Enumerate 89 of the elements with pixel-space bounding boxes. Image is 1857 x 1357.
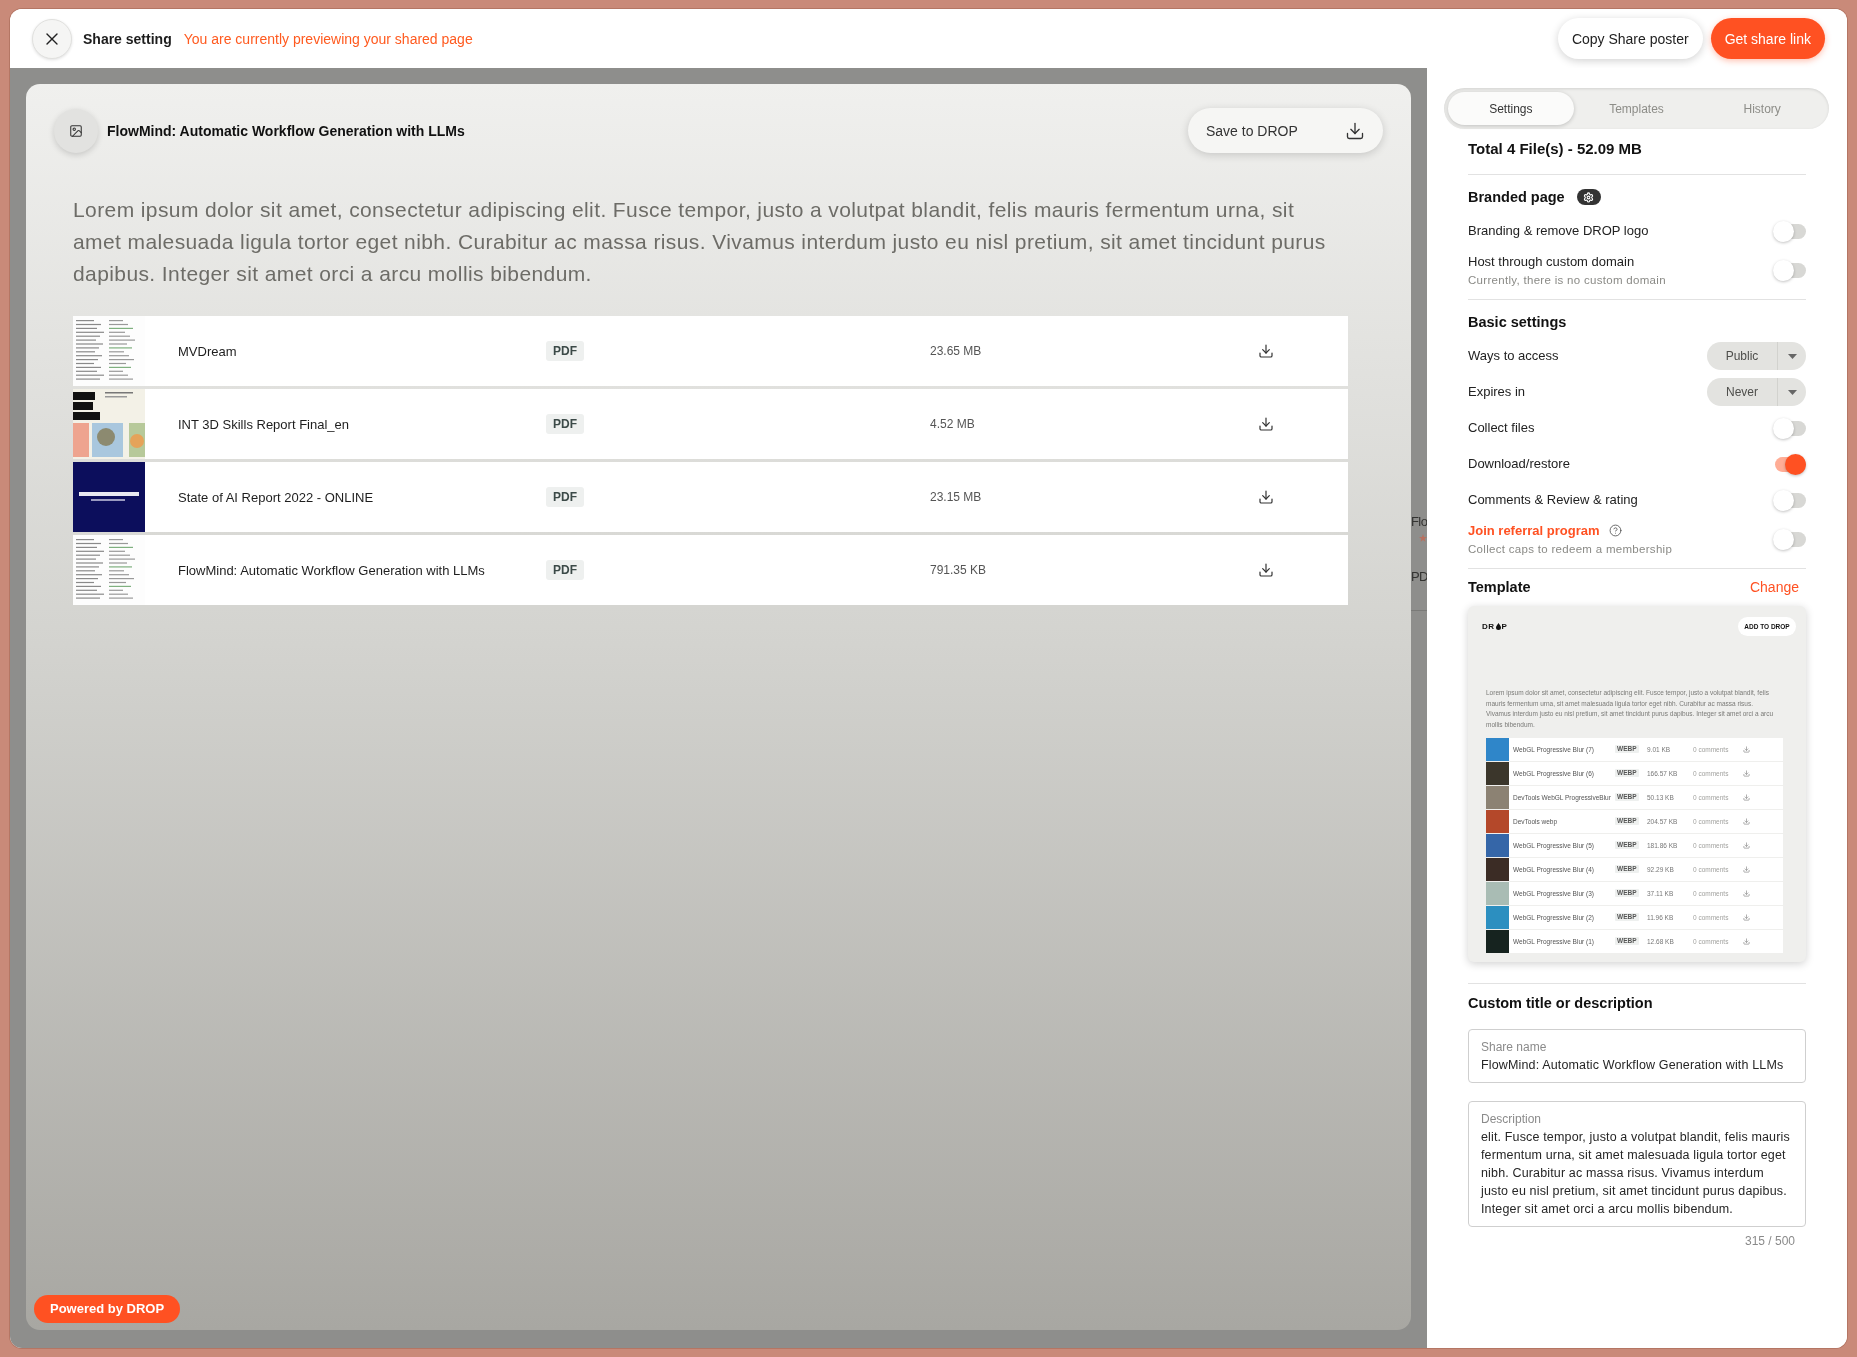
page-title: Share setting — [83, 30, 172, 47]
section-title: Branded page — [1468, 189, 1565, 205]
download-icon — [1345, 120, 1365, 141]
toggle-switch[interactable] — [1773, 489, 1806, 511]
setting-label: Collect files — [1468, 419, 1535, 437]
file-type-badge: PDF — [546, 341, 584, 361]
drop-icon — [1495, 623, 1501, 630]
download-icon — [1258, 343, 1274, 359]
share-title: FlowMind: Automatic Workflow Generation with LLMs — [107, 122, 465, 139]
photo-placeholder — [1486, 930, 1509, 953]
file-type-badge: PDF — [546, 560, 584, 580]
cover-preview-drawing — [73, 389, 145, 459]
setting-note: Collect caps to redeem a membership — [1468, 541, 1673, 557]
setting-label: Ways to access — [1468, 347, 1559, 365]
file-name: MVDream — [177, 343, 238, 359]
toggle-switch[interactable] — [1773, 453, 1806, 475]
download-icon — [1743, 793, 1750, 801]
photo-placeholder — [1486, 738, 1509, 761]
file-type-badge: PDF — [546, 414, 584, 434]
toggle-switch[interactable] — [1773, 220, 1806, 242]
section-title: Template — [1468, 579, 1531, 595]
close-button[interactable] — [32, 18, 72, 59]
setting-note: Currently, there is no custom domain — [1468, 272, 1666, 288]
download-icon — [1743, 769, 1750, 777]
download-icon — [1743, 745, 1750, 753]
section-title: Basic settings — [1468, 314, 1567, 330]
cover-preview-drawing — [73, 462, 145, 532]
setting-label: Host through custom domain — [1468, 252, 1636, 271]
photo-placeholder — [1486, 810, 1509, 833]
poster-button[interactable]: Copy Share poster — [1557, 18, 1703, 59]
caret-icon — [1787, 353, 1797, 359]
file-size: 791.35 KB — [930, 563, 988, 577]
file-type-badge: PDF — [546, 487, 584, 507]
description-field[interactable]: Description elit. Fusce tempor, justo a volutpat blandit, felis mauris fermentum urna, sit amet malesuada ligula tortor eget nibh. Curabitur ac massa risus. Vivamus interdum justo eu nisl pretium, sit amet tincidunt purus dapibus. Integer sit amet orci a arcu mollis bibendum. — [1468, 1101, 1806, 1227]
download-icon — [1743, 817, 1750, 825]
download-icon — [1743, 865, 1750, 873]
setting-label: Comments & Review & rating — [1468, 491, 1638, 509]
photo-placeholder — [1486, 882, 1509, 905]
download-icon — [1258, 416, 1274, 432]
download-icon — [1743, 841, 1750, 849]
file-name: INT 3D Skills Report Final_en — [177, 416, 350, 432]
download-icon — [1743, 889, 1750, 897]
download-button[interactable] — [1257, 342, 1275, 360]
setting-label: Expires in — [1468, 383, 1526, 401]
photo-placeholder — [1486, 762, 1509, 785]
preview-notice: You are currently previewing your shared page — [183, 30, 473, 47]
photo-placeholder — [1486, 786, 1509, 809]
download-button[interactable] — [1257, 488, 1275, 506]
photo-placeholder — [1486, 906, 1509, 929]
file-row[interactable]: State of AI Report 2022 - ONLINE PDF 23.15 MB — [73, 462, 1348, 532]
background-text: Flo — [1411, 513, 1427, 531]
toggle-switch[interactable] — [1773, 259, 1806, 281]
file-name: FlowMind: Automatic Workflow Generation with LLMs — [177, 562, 486, 578]
file-size: 23.65 MB — [930, 344, 983, 358]
file-size: 4.52 MB — [930, 417, 976, 431]
file-name: State of AI Report 2022 - ONLINE — [177, 489, 375, 505]
download-icon — [1743, 937, 1750, 945]
download-icon — [1258, 562, 1274, 578]
save-button[interactable]: Save to DROP — [1188, 108, 1383, 153]
photo-placeholder — [1486, 858, 1509, 881]
tab[interactable]: Settings — [1448, 92, 1574, 125]
file-size: 23.15 MB — [930, 490, 983, 504]
toggle-switch[interactable] — [1773, 417, 1806, 439]
dropdown-select[interactable]: Public — [1707, 342, 1806, 370]
logo-text: P — [1501, 621, 1508, 632]
gear-icon[interactable] — [1576, 189, 1601, 205]
file-row[interactable]: MVDream PDF 23.65 MB — [73, 316, 1348, 386]
template-preview-card[interactable] — [1468, 606, 1806, 962]
help-icon[interactable] — [1608, 524, 1622, 537]
download-icon — [1743, 913, 1750, 921]
setting-label: Download/restore — [1468, 455, 1570, 473]
setting-label: Branding & remove DROP logo — [1468, 222, 1649, 240]
toggle-switch[interactable] — [1773, 528, 1806, 550]
logo-text: DR — [1482, 621, 1495, 632]
dropdown-select[interactable]: Never — [1707, 378, 1806, 406]
photo-placeholder — [1486, 834, 1509, 857]
download-button[interactable] — [1257, 561, 1275, 579]
download-icon — [1258, 489, 1274, 505]
description-text: Lorem ipsum dolor sit amet, consectetur adipiscing elit. Fusce tempor, justo a volutpat blandit, felis mauris fermentum urna, sit amet malesuada ligula tortor eget nibh. Curabitur ac massa risus. Vivamus interdum justo eu nisl pretium, sit amet tincidunt purus dapibus. Integer sit amet orci a arcu mollis bibendum. — [73, 197, 1327, 287]
section-title: Custom title or description — [1468, 995, 1653, 1011]
file-row[interactable]: INT 3D Skills Report Final_en PDF 4.52 MB — [73, 389, 1348, 459]
caret-icon — [1787, 389, 1797, 395]
share-name-field[interactable]: Share name FlowMind: Automatic Workflow Generation with LLMs — [1468, 1029, 1806, 1083]
download-button[interactable] — [1257, 415, 1275, 433]
star-icon — [1419, 534, 1427, 542]
file-total: Total 4 File(s) - 52.09 MB — [1468, 139, 1643, 159]
image-icon[interactable] — [54, 108, 98, 153]
file-row[interactable]: FlowMind: Automatic Workflow Generation with LLMs PDF 791.35 KB — [73, 535, 1348, 605]
character-count: 315 / 500 — [1743, 1233, 1796, 1249]
